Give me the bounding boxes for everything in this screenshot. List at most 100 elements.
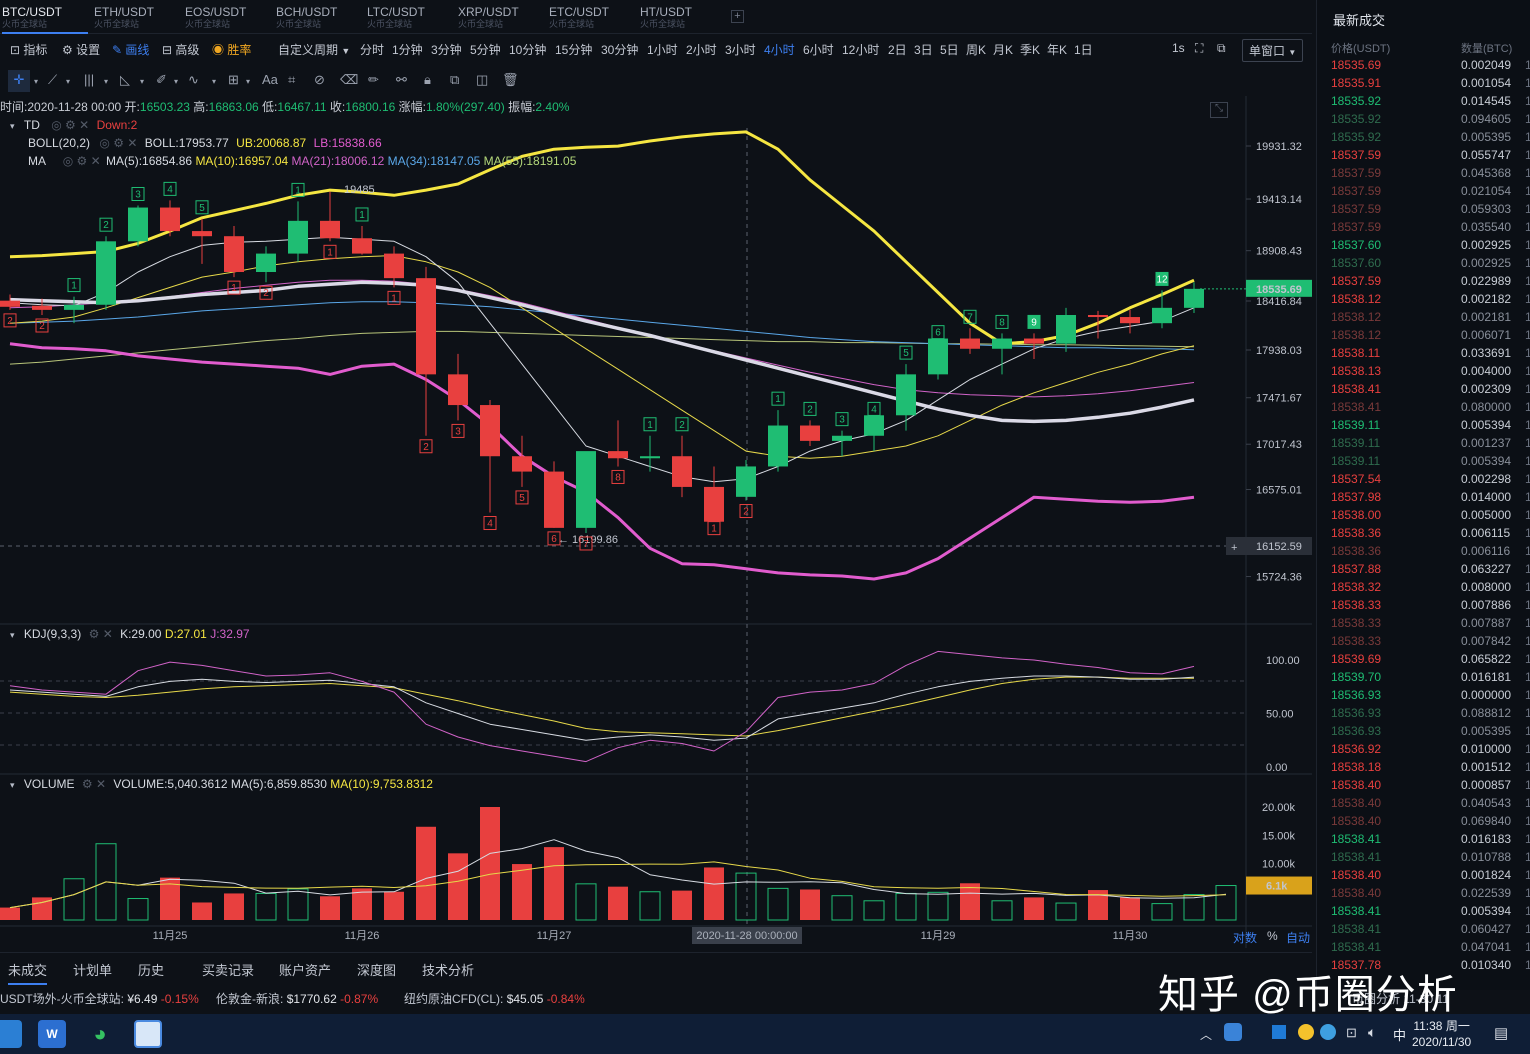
copy-tool-icon[interactable]: ⧉ [450,72,459,88]
percent-scale-toggle[interactable]: % [1267,929,1278,943]
bottom-tab-5[interactable]: 深度图 [357,960,396,979]
chevron-down-icon[interactable]: ▾ [212,77,216,86]
period-7[interactable]: 1小时 [647,41,678,58]
log-scale-toggle[interactable]: 对数 [1233,929,1257,946]
eye-icon[interactable]: ◎ [51,118,61,132]
period-1[interactable]: 1分钟 [392,41,423,58]
indicators-button[interactable]: ⊡ 指标 [10,41,47,58]
period-2[interactable]: 3分钟 [431,41,462,58]
period-17[interactable]: 月K [993,41,1013,58]
period-4[interactable]: 10分钟 [509,41,546,58]
tab-etc[interactable]: ETC/USDT 火币全球站 [549,6,635,32]
period-12[interactable]: 12小时 [842,41,879,58]
collapse-chevron-icon[interactable]: ▾ [10,630,15,640]
chevron-down-icon[interactable]: ▾ [140,77,144,86]
bottom-tab-1[interactable]: 计划单 [73,960,112,979]
notification-icon[interactable]: ▤ [1494,1024,1508,1042]
tray-security-icon[interactable] [1298,1024,1314,1040]
tray-cloud-icon[interactable] [1320,1024,1336,1040]
gear-icon[interactable]: ⚙ [89,627,100,641]
advanced-button[interactable]: ⊟ 高级 [162,41,199,58]
tab-ltc[interactable]: LTC/USDT 火币全球站 [367,6,453,32]
ticker-item[interactable]: 伦敦金-新浪: $1770.62 -0.87% [216,990,378,1007]
gear-icon[interactable]: ⚙ [77,154,88,168]
period-8[interactable]: 2小时 [686,41,717,58]
interval-1s-button[interactable]: 1s [1172,41,1185,55]
gear-icon[interactable]: ⚙ [113,136,124,150]
bottom-tab-0[interactable]: 未成交 [8,960,48,985]
tab-eos[interactable]: EOS/USDT 火币全球站 [185,6,271,32]
period-13[interactable]: 2日 [888,41,907,58]
bottom-tab-6[interactable]: 技术分析 [422,960,474,979]
ticker-item[interactable]: 纽约原油CFD(CL): $45.05 -0.84% [404,990,585,1007]
winrate-button[interactable]: ◉ 胜率 [212,41,251,58]
period-6[interactable]: 30分钟 [601,41,638,58]
collapse-chevron-icon[interactable]: ▾ [10,121,15,131]
bottom-tab-2[interactable]: 历史 [138,960,164,979]
ticker-item[interactable]: USDT场外-火币全球站: ¥6.49 -0.15% [0,990,199,1007]
gear-icon[interactable]: ⚙ [82,777,93,791]
auto-scale-toggle[interactable]: 自动 [1286,929,1310,946]
ime-indicator[interactable]: 中 [1393,1025,1406,1044]
tab-ht[interactable]: HT/USDT 火币全球站 [640,6,726,32]
period-9[interactable]: 3小时 [725,41,756,58]
edit-tool-icon[interactable]: ✏ [368,72,379,88]
period-3[interactable]: 5分钟 [470,41,501,58]
eye-tool-icon[interactable]: ◫ [476,72,488,88]
kline-chart[interactable]: 19485← 16199.86 2 2123 451 2111123456 781 212… [0,96,1312,948]
period-11[interactable]: 6小时 [803,41,834,58]
chevron-down-icon[interactable]: ▾ [34,77,38,86]
settings-button[interactable]: ⚙ 设置 [62,41,100,58]
close-icon[interactable]: ✕ [91,154,101,168]
chevron-down-icon[interactable]: ▾ [66,77,70,86]
trading-app-icon[interactable] [134,1020,162,1048]
tab-btc[interactable]: BTC/USDT 火币全球站 [2,6,88,34]
bottom-tab-3[interactable]: 买卖记录 [202,960,254,979]
tab-bch[interactable]: BCH/USDT 火币全球站 [276,6,362,32]
close-icon[interactable]: ✕ [127,136,137,150]
draw-button[interactable]: ✎ 画线 [112,41,149,58]
angle-tool-icon[interactable]: ◺ [120,72,130,88]
clock[interactable]: 11:38 周一 2020/11/30 [1412,1018,1471,1050]
grid-tool-icon[interactable]: ⊞ [228,72,239,88]
lock-tool-icon[interactable]: 🔒︎ [424,72,431,88]
crosshair-tool-icon[interactable]: ✛ [8,70,30,92]
eraser-tool-icon[interactable]: ⌫ [340,72,358,88]
text-tool-icon[interactable]: Aa [262,72,278,87]
pattern-tool-icon[interactable]: ⌗ [288,72,295,88]
brush-tool-icon[interactable]: ✐ [156,72,167,88]
wave-tool-icon[interactable]: ∿ [188,72,199,88]
period-15[interactable]: 5日 [940,41,959,58]
magnet-tool-icon[interactable]: ⊘ [314,72,325,88]
tab-xrp[interactable]: XRP/USDT 火币全球站 [458,6,544,32]
measure-tool-icon[interactable]: ⚯ [396,72,407,88]
fullscreen-icon[interactable]: ⛶ [1195,41,1203,56]
period-14[interactable]: 3日 [914,41,933,58]
collapse-chevron-icon[interactable]: ▾ [10,780,15,790]
eye-icon[interactable]: ◎ [63,154,73,168]
popout-icon[interactable]: ⧉ [1217,41,1226,56]
close-icon[interactable]: ✕ [103,627,113,641]
tab-eth[interactable]: ETH/USDT 火币全球站 [94,6,180,32]
parallel-lines-tool-icon[interactable]: ||| [84,72,94,87]
tray-app-icon[interactable] [1224,1023,1242,1041]
window-select[interactable]: 单窗口 ▼ [1242,39,1304,62]
expand-chart-icon[interactable]: ⤡ [1210,102,1228,118]
chevron-down-icon[interactable]: ▾ [104,77,108,86]
tray-network-icon[interactable] [1272,1025,1286,1039]
add-tab-button[interactable]: + [731,10,744,23]
chevron-down-icon[interactable]: ▾ [246,77,250,86]
close-icon[interactable]: ✕ [79,118,89,132]
period-0[interactable]: 分时 [360,41,384,58]
period-16[interactable]: 周K [966,41,986,58]
period-5[interactable]: 15分钟 [555,41,592,58]
bottom-tab-4[interactable]: 账户资产 [279,960,331,979]
edge-browser-icon[interactable] [0,1020,22,1048]
eye-icon[interactable]: ◎ [99,136,109,150]
chevron-down-icon[interactable]: ▾ [174,77,178,86]
period-10[interactable]: 4小时 [764,41,795,58]
trendline-tool-icon[interactable]: ⟋ [48,72,57,88]
close-icon[interactable]: ✕ [96,777,106,791]
gear-icon[interactable]: ⚙ [65,118,76,132]
network-icon[interactable]: ⊡ [1346,1025,1357,1041]
